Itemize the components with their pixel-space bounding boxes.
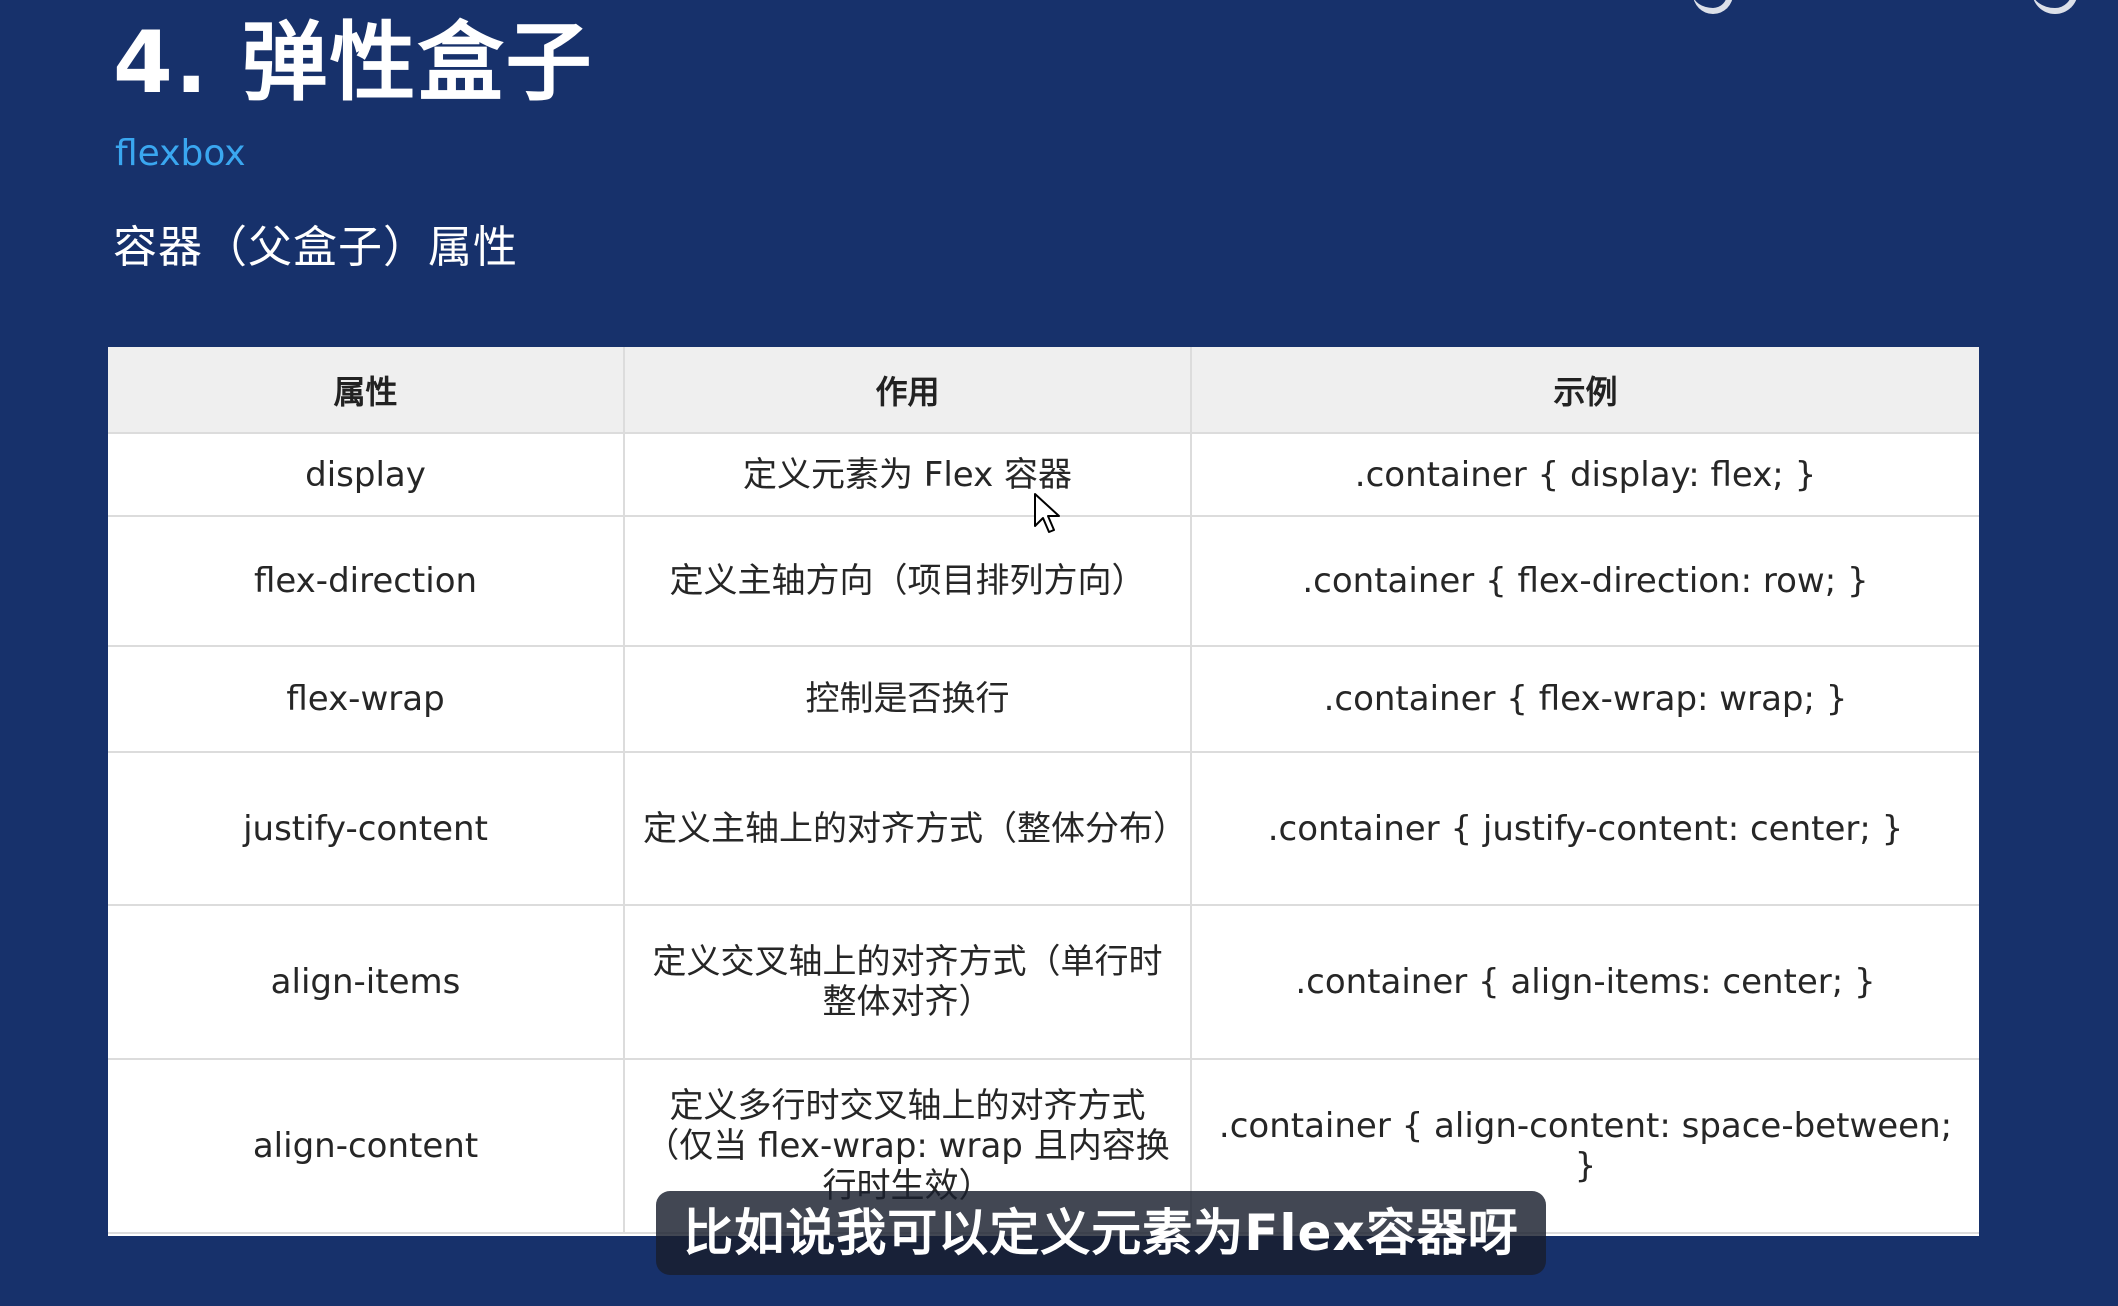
header-purpose: 作用 [624, 347, 1192, 434]
cell-property: align-items [108, 905, 625, 1060]
cell-property: align-content [108, 1059, 625, 1234]
cell-purpose: 定义主轴方向（项目排列方向） [624, 516, 1192, 647]
corner-decoration [1693, 0, 1733, 14]
cell-purpose: 控制是否换行 [624, 646, 1192, 753]
cell-purpose: 定义交叉轴上的对齐方式（单行时整体对齐） [624, 905, 1192, 1060]
section-heading: 容器（父盒子）属性 [113, 222, 518, 273]
properties-table: 属性 作用 示例 display 定义元素为 Flex 容器 .containe… [108, 347, 1979, 1234]
header-example: 示例 [1191, 347, 1979, 434]
cell-purpose: 定义元素为 Flex 容器 [624, 433, 1192, 517]
mouse-pointer-icon [1034, 493, 1060, 533]
table-row: justify-content 定义主轴上的对齐方式（整体分布） .contai… [108, 752, 1979, 906]
cell-property: flex-wrap [108, 646, 625, 753]
table-header-row: 属性 作用 示例 [108, 347, 1979, 434]
subtitle-caption: 比如说我可以定义元素为Flex容器呀 [656, 1191, 1546, 1275]
slide-title: 4. 弹性盒子 [113, 13, 594, 113]
table-row: align-items 定义交叉轴上的对齐方式（单行时整体对齐） .contai… [108, 905, 1979, 1060]
cell-example: .container { align-items: center; } [1191, 905, 1979, 1060]
cell-example: .container { justify-content: center; } [1191, 752, 1979, 906]
slide-subtitle: flexbox [115, 133, 246, 174]
corner-decoration [2032, 0, 2078, 14]
cell-example: .container { display: flex; } [1191, 433, 1979, 517]
header-property: 属性 [108, 347, 625, 434]
table-row: flex-wrap 控制是否换行 .container { flex-wrap:… [108, 646, 1979, 753]
properties-table-container: 属性 作用 示例 display 定义元素为 Flex 容器 .containe… [108, 347, 1979, 1236]
cell-example: .container { flex-direction: row; } [1191, 516, 1979, 647]
cell-example: .container { flex-wrap: wrap; } [1191, 646, 1979, 753]
cell-property: justify-content [108, 752, 625, 906]
cell-purpose: 定义主轴上的对齐方式（整体分布） [624, 752, 1192, 906]
cell-property: display [108, 433, 625, 517]
cell-property: flex-direction [108, 516, 625, 647]
